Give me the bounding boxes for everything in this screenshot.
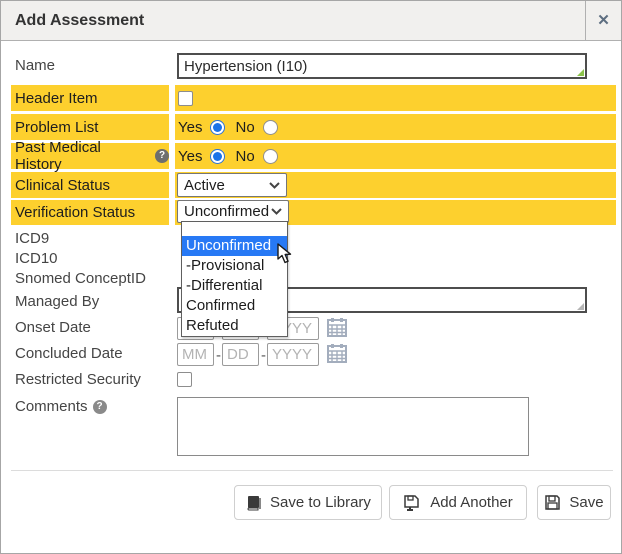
- clinical-status-label: Clinical Status: [11, 172, 169, 198]
- save-to-library-label: Save to Library: [270, 494, 371, 511]
- restricted-security-label: Restricted Security: [15, 371, 141, 388]
- header-item-row: Header Item: [11, 85, 616, 111]
- past-medical-history-label: Past Medical History: [15, 139, 150, 173]
- managed-by-label: Managed By: [15, 293, 99, 310]
- problem-list-label: Problem List: [11, 114, 169, 140]
- clinical-status-select[interactable]: Active: [177, 173, 287, 197]
- dropdown-option-provisional[interactable]: -Provisional: [182, 256, 287, 276]
- verification-status-row: Verification Status: [11, 200, 616, 225]
- chevron-down-icon: [271, 208, 282, 215]
- help-icon[interactable]: ?: [155, 149, 169, 163]
- concluded-year-input[interactable]: YYYY: [267, 343, 319, 366]
- save-icon: [544, 494, 561, 511]
- comments-label: Comments: [15, 398, 88, 415]
- dropdown-option-unconfirmed[interactable]: Unconfirmed: [182, 236, 287, 256]
- save-to-library-button[interactable]: Save to Library: [234, 485, 382, 520]
- calendar-icon[interactable]: [327, 343, 347, 364]
- add-another-label: Add Another: [430, 494, 513, 511]
- problem-list-yes-radio[interactable]: [210, 120, 225, 135]
- past-medical-history-row: Past Medical History ? Yes No: [11, 143, 616, 169]
- verification-status-label: Verification Status: [11, 200, 169, 225]
- dropdown-option-blank[interactable]: [182, 222, 287, 236]
- clinical-status-value: Active: [184, 177, 225, 194]
- calendar-icon[interactable]: [327, 317, 347, 338]
- pmh-yes-label: Yes: [178, 148, 202, 165]
- verification-status-value: Unconfirmed: [184, 203, 269, 220]
- header-item-checkbox[interactable]: [178, 91, 193, 106]
- dialog-titlebar[interactable]: Add Assessment ✕: [1, 1, 621, 41]
- verification-status-select[interactable]: Unconfirmed: [177, 200, 289, 223]
- help-icon[interactable]: ?: [93, 400, 107, 414]
- problem-list-yes-label: Yes: [178, 119, 202, 136]
- restricted-security-checkbox[interactable]: [177, 372, 192, 387]
- pmh-no-label: No: [235, 148, 254, 165]
- pmh-no-radio[interactable]: [263, 149, 278, 164]
- concluded-day-input[interactable]: DD: [222, 343, 259, 366]
- comments-textarea[interactable]: [177, 397, 529, 456]
- verification-status-dropdown: Unconfirmed -Provisional -Differential C…: [181, 221, 288, 337]
- onset-date-label: Onset Date: [15, 319, 91, 336]
- dropdown-option-confirmed[interactable]: Confirmed: [182, 296, 287, 316]
- save-label: Save: [569, 494, 603, 511]
- save-button[interactable]: Save: [537, 485, 611, 520]
- clinical-status-row: Clinical Status: [11, 172, 616, 198]
- dropdown-option-refuted[interactable]: Refuted: [182, 316, 287, 336]
- pmh-yes-radio[interactable]: [210, 149, 225, 164]
- mouse-cursor-icon: [277, 243, 295, 265]
- chevron-down-icon: [269, 182, 280, 189]
- add-another-button[interactable]: Add Another: [389, 485, 527, 520]
- dropdown-option-differential[interactable]: -Differential: [182, 276, 287, 296]
- book-icon: [245, 495, 262, 511]
- dialog-title: Add Assessment: [15, 1, 144, 40]
- footer-divider: [11, 470, 613, 471]
- icd10-label: ICD10: [15, 250, 58, 267]
- concluded-date-label: Concluded Date: [15, 345, 123, 362]
- problem-list-no-radio[interactable]: [263, 120, 278, 135]
- name-label: Name: [15, 57, 55, 74]
- add-assessment-dialog: Add Assessment ✕ Name Hypertension (I10)…: [0, 0, 622, 554]
- name-input[interactable]: Hypertension (I10): [177, 53, 587, 79]
- problem-list-no-label: No: [235, 119, 254, 136]
- snomed-conceptid-label: Snomed ConceptID: [15, 270, 146, 287]
- problem-list-row: Problem List Yes No: [11, 114, 616, 140]
- close-icon[interactable]: ✕: [585, 1, 621, 40]
- header-item-label: Header Item: [11, 85, 169, 111]
- date-separator: -: [216, 347, 221, 364]
- save-plus-icon: [403, 494, 422, 511]
- icd9-label: ICD9: [15, 230, 49, 247]
- date-separator: -: [261, 347, 266, 364]
- concluded-month-input[interactable]: MM: [177, 343, 214, 366]
